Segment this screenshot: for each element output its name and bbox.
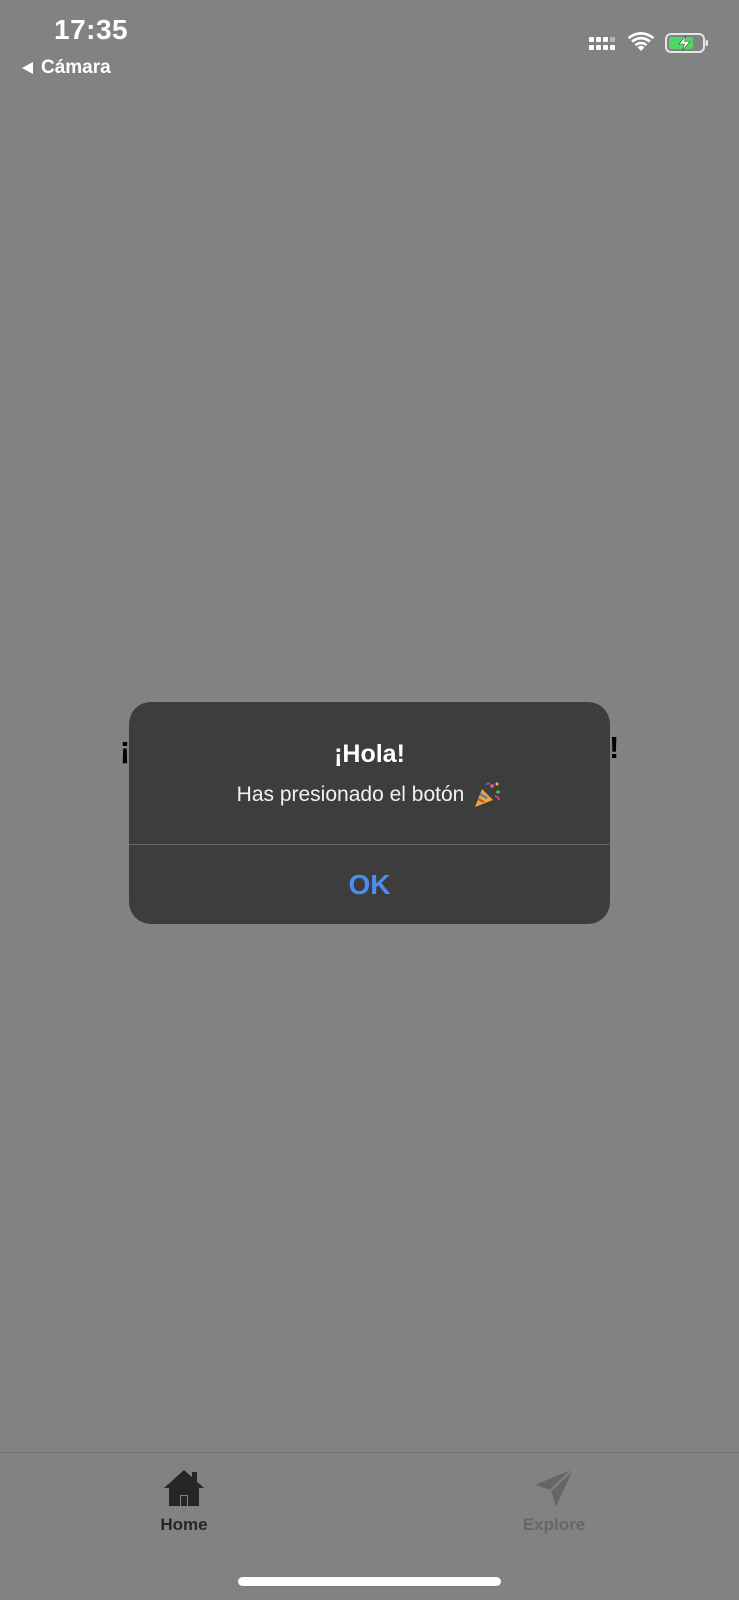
alert-message-row: Has presionado el botón [129,780,610,810]
cellular-signal-icon [589,36,617,50]
back-arrow-icon [22,62,33,74]
ok-button[interactable]: OK [129,845,610,924]
back-label: Cámara [41,57,111,78]
wifi-icon [627,32,655,51]
status-time: 17:35 [54,14,129,45]
party-popper-icon [475,782,501,807]
battery-charging-icon [665,33,708,53]
alert-title: ¡Hola! [334,740,405,768]
back-to-app-link[interactable]: Cámara [22,57,111,79]
alert-dialog: ¡Hola! Has presionado el botón OK [129,702,610,924]
status-indicators [589,32,709,54]
alert-message: Has presionado el botón [236,783,465,806]
home-indicator[interactable] [238,1577,501,1586]
